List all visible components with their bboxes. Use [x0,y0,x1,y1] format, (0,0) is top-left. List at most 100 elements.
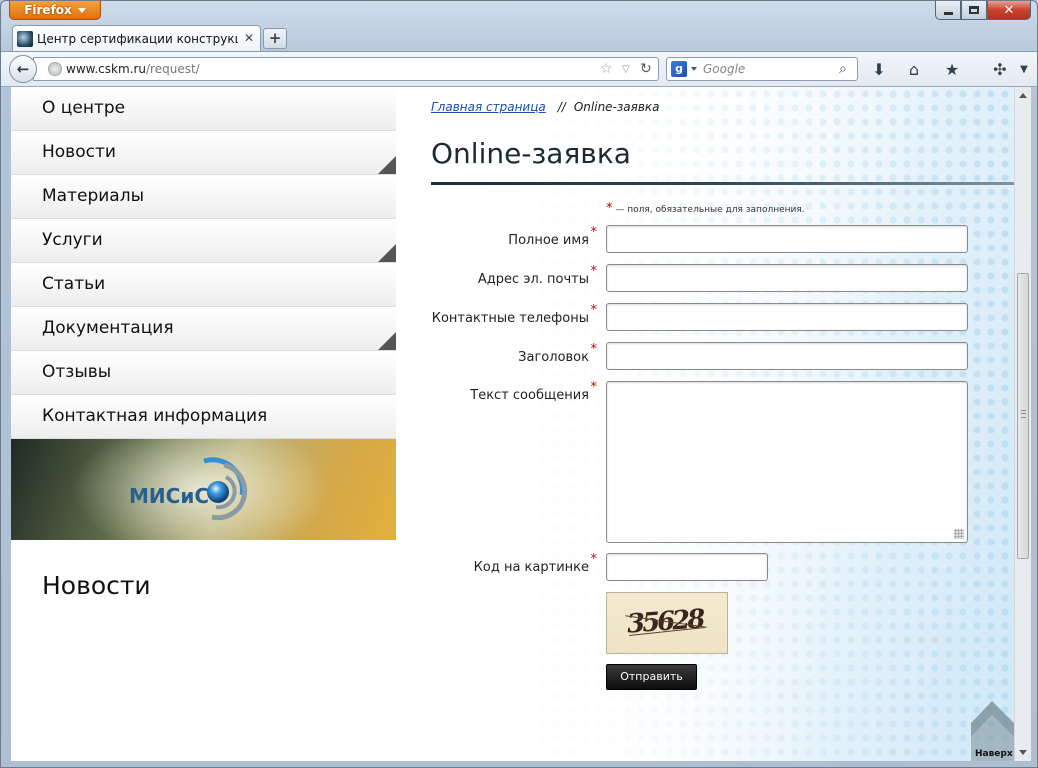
sidebar-item-label: Отзывы [42,362,112,382]
breadcrumb-separator: // [557,100,566,114]
scroll-grip-icon [1021,410,1026,418]
subject-input[interactable] [606,342,968,370]
back-to-top-label: Наверх [975,749,1013,759]
sidebar-item-articles[interactable]: Статьи [11,263,396,307]
minimize-button[interactable] [935,1,961,20]
minimize-icon [943,11,953,15]
phones-input[interactable] [606,303,968,331]
sidebar-item-label: Новости [42,142,116,162]
resize-grip-icon[interactable] [954,529,964,539]
maximize-button[interactable] [961,1,987,20]
label-phones: Контактные телефоны * [431,303,597,326]
search-icon[interactable]: ⌕ [839,61,857,77]
close-tab-icon[interactable]: ✕ [242,31,256,46]
submenu-corner-icon [378,156,396,174]
scroll-down-icon[interactable] [1019,750,1027,755]
search-input[interactable]: Google [703,62,839,76]
required-note-text: — поля, обязательные для заполнения. [615,205,805,215]
home-icon[interactable]: ⌂ [903,59,925,81]
bookmark-star-icon[interactable]: ☆ [600,61,613,77]
main-area: Главная страница // Online-заявка Online-з… [396,87,1014,761]
download-icon[interactable]: ⬇ [868,59,890,81]
page-content: О центре Новости Материалы Услуги Статьи… [11,87,1014,761]
label-message: Текст сообщения * [431,380,597,403]
globe-icon [48,62,62,76]
sidebar-item-documentation[interactable]: Документация [11,307,396,351]
label-text: Заголовок [518,350,589,365]
label-text: Адрес эл. почты [477,272,589,287]
sidebar-item-news[interactable]: Новости [11,131,396,175]
sidebar: О центре Новости Материалы Услуги Статьи… [11,87,396,600]
chevron-down-icon[interactable]: ▼ [1013,59,1035,81]
email-input[interactable] [606,264,968,292]
label-text: Текст сообщения [470,388,589,403]
sidebar-item-contacts[interactable]: Контактная информация [11,395,396,439]
sidebar-item-about[interactable]: О центре [11,87,396,131]
reload-icon[interactable]: ↻ [640,61,652,77]
sidebar-item-label: Контактная информация [42,406,268,426]
submit-button[interactable]: Отправить [606,664,697,690]
submenu-corner-icon [378,244,396,262]
required-star: * [590,380,598,395]
address-bar[interactable]: www.cskm.ru/request/ ☆ ▽ ↻ [33,57,659,81]
required-star: * [590,342,598,357]
url-host: www.cskm.ru [66,62,146,76]
label-text: Контактные телефоны [431,311,589,326]
new-tab-button[interactable]: + [263,28,287,49]
label-text: Полное имя [508,233,589,248]
title-divider [431,182,1014,185]
close-icon: ✕ [1003,2,1015,18]
submenu-corner-icon [378,332,396,350]
required-star: * [590,303,598,318]
required-star: * [606,201,613,216]
addon-icon[interactable]: ✣ [989,59,1011,81]
back-button[interactable]: ← [9,55,37,83]
label-subject: Заголовок * [431,342,597,365]
sidebar-item-materials[interactable]: Материалы [11,175,396,219]
close-window-button[interactable]: ✕ [987,1,1031,20]
search-bar[interactable]: g Google ⌕ [666,57,858,81]
site-favicon-icon [17,30,33,47]
captcha-input[interactable] [606,553,768,581]
window-controls: ✕ [935,1,1031,20]
sidebar-item-label: Материалы [42,186,144,206]
sidebar-item-label: Статьи [42,274,106,294]
required-star: * [590,552,598,567]
tab-title: Центр сертификации конструкционны... [37,31,238,46]
required-star: * [590,225,598,240]
back-to-top-button[interactable]: Наверх [971,693,1014,761]
bookmarks-icon[interactable]: ★ [941,59,963,81]
misis-logo-icon [203,457,248,521]
chevron-down-icon [77,7,86,13]
back-arrow-icon: ← [16,60,30,78]
label-captcha: Код на картинке * [431,552,597,575]
required-star: * [590,264,598,279]
maximize-icon [969,6,979,14]
message-textarea[interactable] [606,381,968,543]
firefox-menu-label: Firefox [24,3,72,17]
sidebar-item-label: Услуги [42,230,103,250]
history-dropdown-icon[interactable]: ▽ [622,64,630,75]
breadcrumb-current: Online-заявка [573,100,660,114]
scroll-thumb[interactable] [1017,273,1029,559]
sidebar-item-label: О центре [42,98,126,118]
captcha-image: 35628 [606,592,728,654]
label-full-name: Полное имя * [431,225,597,248]
page-title: Online-заявка [431,137,631,170]
required-fields-note: * — поля, обязательные для заполнения. [606,201,805,216]
google-engine-icon: g [671,61,687,77]
label-email: Адрес эл. почты * [431,264,597,287]
browser-tab[interactable]: Центр сертификации конструкционны... ✕ [12,25,261,51]
firefox-menu-button[interactable]: Firefox [9,1,101,20]
breadcrumb-home-link[interactable]: Главная страница [431,100,546,114]
news-heading: Новости [42,571,151,600]
misis-banner[interactable]: МИСиС [11,439,396,540]
scroll-up-icon[interactable] [1019,93,1027,98]
full-name-input[interactable] [606,225,968,253]
sidebar-item-services[interactable]: Услуги [11,219,396,263]
breadcrumb: Главная страница // Online-заявка [431,100,660,114]
url-path: /request/ [146,62,200,76]
sidebar-item-reviews[interactable]: Отзывы [11,351,396,395]
navigation-toolbar: www.cskm.ru/request/ ☆ ▽ ↻ ← g Google ⌕ … [1,51,1037,87]
vertical-scrollbar[interactable] [1014,87,1031,761]
